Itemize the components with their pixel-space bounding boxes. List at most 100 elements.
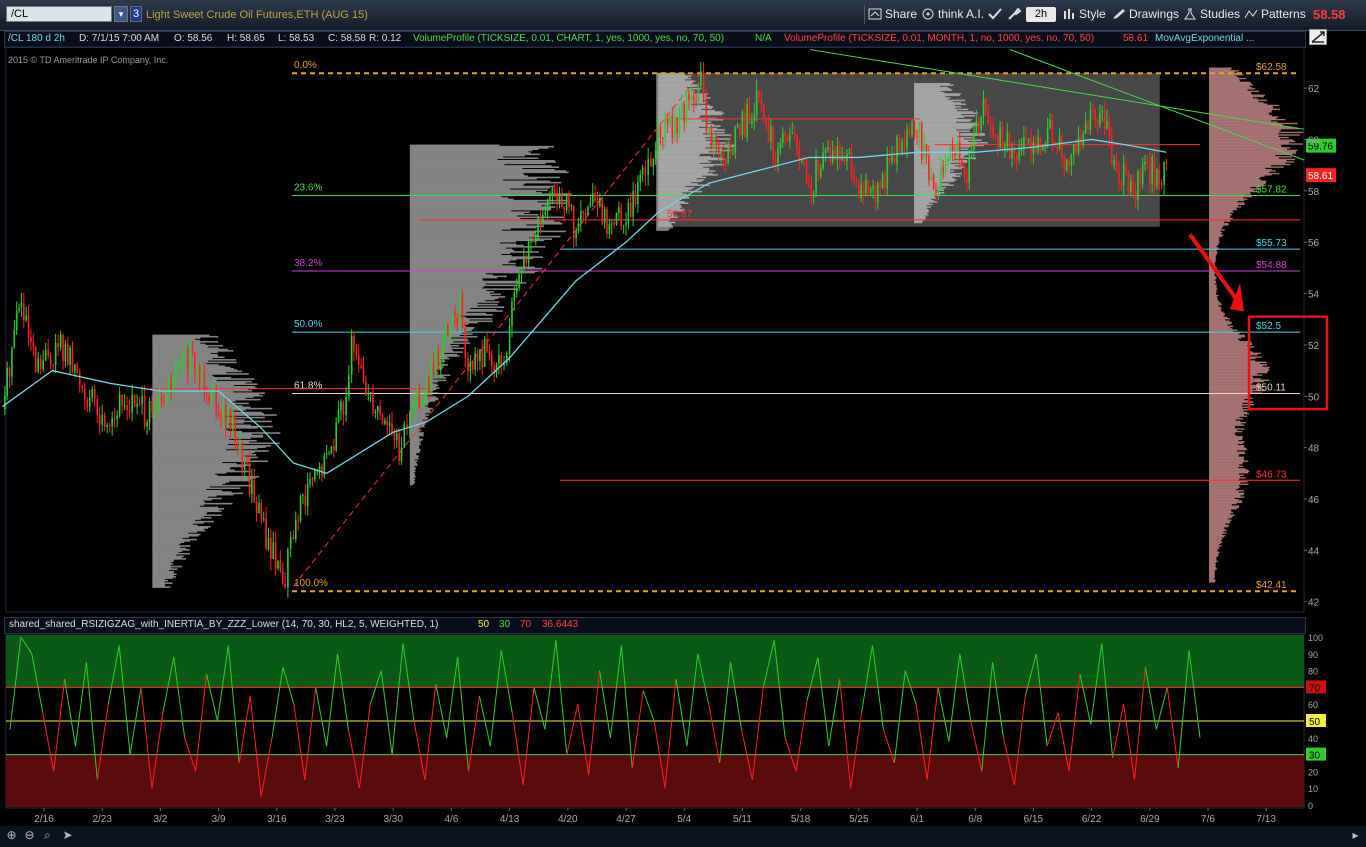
timeframe-selector[interactable]: 2h: [1026, 7, 1056, 22]
cumulative-volume-profile-bar: [1209, 559, 1217, 561]
candle-body: [891, 155, 893, 162]
chart-expand-button[interactable]: [1309, 29, 1327, 45]
cumulative-volume-profile-bar: [1209, 288, 1218, 290]
magnifier-icon[interactable]: ⌕: [40, 828, 55, 843]
volume-profile-bar: [409, 361, 441, 364]
cumulative-volume-profile-bar: [1209, 433, 1235, 435]
candle-body: [141, 395, 143, 405]
symbol-dropdown-button[interactable]: ▾: [114, 6, 128, 22]
candle-body: [751, 121, 753, 124]
candle-body: [913, 121, 916, 137]
symbol-input[interactable]: [6, 6, 112, 22]
candle-body: [690, 96, 693, 100]
cumulative-volume-profile-bar: [1209, 538, 1223, 541]
cumulative-volume-profile-bar: [1209, 338, 1239, 340]
volume-profile-bar: [152, 410, 233, 412]
style-button[interactable]: Style: [1062, 5, 1106, 24]
rsi-study-name[interactable]: shared_shared_RSIZIGZAG_with_INERTIA_BY_…: [9, 619, 438, 630]
cumulative-volume-profile-bar: [1209, 384, 1261, 387]
volume-profile-bar: [409, 355, 460, 357]
candle-body: [963, 165, 966, 178]
drawings-button[interactable]: Drawings: [1112, 5, 1179, 24]
rsi-segment: [970, 720, 983, 772]
cumulative-volume-profile-bar: [1209, 127, 1299, 130]
rsi-segment: [271, 667, 284, 738]
candle-body: [720, 151, 722, 153]
candle-body: [1129, 181, 1132, 192]
scroll-right-icon[interactable]: ▸: [1348, 828, 1363, 843]
cumulative-volume-profile-bar: [1209, 389, 1265, 392]
rsi-segment: [609, 645, 622, 738]
volume-profile-chart-study[interactable]: VolumeProfile (TICKSIZE, 0.01, CHART, 1,…: [413, 33, 724, 44]
candle-body: [302, 495, 304, 497]
candle-body: [170, 381, 172, 394]
settings-wrench-button[interactable]: [1007, 5, 1024, 24]
volume-profile-bar: [914, 174, 956, 176]
volume-profile-bar: [914, 201, 938, 203]
lower-study-header: shared_shared_RSIZIGZAG_with_INERTIA_BY_…: [4, 617, 1306, 634]
zoom-out-icon[interactable]: ⊖: [22, 828, 37, 843]
fib-price-label: $57.82: [1256, 184, 1287, 195]
x-tick-label: 6/22: [1082, 814, 1102, 825]
candle-body: [977, 121, 980, 130]
cumulative-volume-profile-bar: [1209, 140, 1296, 143]
cumulative-volume-profile-bar: [1209, 402, 1243, 405]
cumulative-volume-profile-bar: [1209, 344, 1248, 347]
volume-profile-bar: [152, 500, 204, 502]
candle-body: [1032, 142, 1035, 154]
rsi-segment: [369, 670, 382, 705]
pointer-icon[interactable]: ➤: [60, 828, 75, 843]
volume-profile-bar: [152, 439, 257, 442]
volume-profile-bar: [656, 229, 669, 231]
cumulative-volume-profile-bar: [1209, 375, 1253, 378]
volume-profile-bar: [152, 402, 249, 405]
volume-profile-bar: [409, 382, 433, 384]
volume-profile-bar: [656, 154, 700, 157]
rsi-segment: [413, 720, 426, 780]
cumulative-volume-profile-bar: [1209, 388, 1253, 390]
x-tick-label: 2/23: [92, 814, 112, 825]
zoom-in-icon[interactable]: ⊕: [4, 828, 19, 843]
volume-profile-bar: [656, 179, 705, 181]
volume-profile-bar: [409, 370, 437, 373]
candle-body: [1053, 142, 1056, 147]
candle-body: [18, 307, 20, 311]
patterns-button[interactable]: Patterns: [1244, 5, 1306, 24]
studies-button[interactable]: Studies: [1183, 5, 1240, 24]
volume-profile-bar: [152, 411, 262, 414]
rsi-y-tick-label: 100: [1308, 633, 1323, 643]
cumulative-volume-profile-bar: [1209, 518, 1229, 520]
checkmark-button[interactable]: [988, 5, 1005, 24]
cumulative-volume-profile-bar: [1209, 113, 1270, 116]
volume-profile-bar: [409, 307, 471, 310]
cumulative-volume-profile-bar: [1209, 217, 1233, 220]
patterns-label: Patterns: [1261, 7, 1306, 21]
cumulative-volume-profile-bar: [1209, 152, 1296, 154]
volume-profile-bar: [152, 501, 206, 504]
candle-body: [620, 207, 623, 227]
think-ai-button[interactable]: think A.I.: [921, 5, 984, 24]
cumulative-volume-profile-bar: [1209, 537, 1222, 539]
rsi-segment: [893, 670, 906, 764]
candle-body: [743, 111, 746, 138]
volume-profile-month-study[interactable]: VolumeProfile (TICKSIZE, 0.01, MONTH, 1,…: [784, 33, 1094, 44]
share-button[interactable]: Share: [868, 5, 917, 24]
volume-profile-bar: [409, 465, 415, 468]
oversold-zone: [6, 754, 1304, 807]
ema-study[interactable]: MovAvgExponential ...: [1155, 33, 1254, 44]
volume-profile-bar: [152, 568, 178, 570]
share-icon: [868, 8, 882, 20]
volume-profile-bar: [914, 183, 949, 185]
cumulative-volume-profile-bar: [1209, 350, 1249, 352]
candle-body: [796, 135, 798, 150]
link-group-badge[interactable]: 3: [130, 6, 142, 22]
candle-body: [437, 350, 440, 371]
candle-body: [32, 341, 35, 348]
cumulative-volume-profile-bar: [1209, 274, 1215, 276]
candle-body: [1165, 162, 1168, 164]
volume-profile-bar: [656, 228, 670, 230]
chart-canvas[interactable]: 0.0% $62.5823.6% $57.8238.2% $54.8850.0% $52…: [0, 0, 1366, 826]
candle-body: [770, 126, 772, 142]
candle-body: [812, 193, 815, 198]
candle-body: [508, 325, 511, 355]
